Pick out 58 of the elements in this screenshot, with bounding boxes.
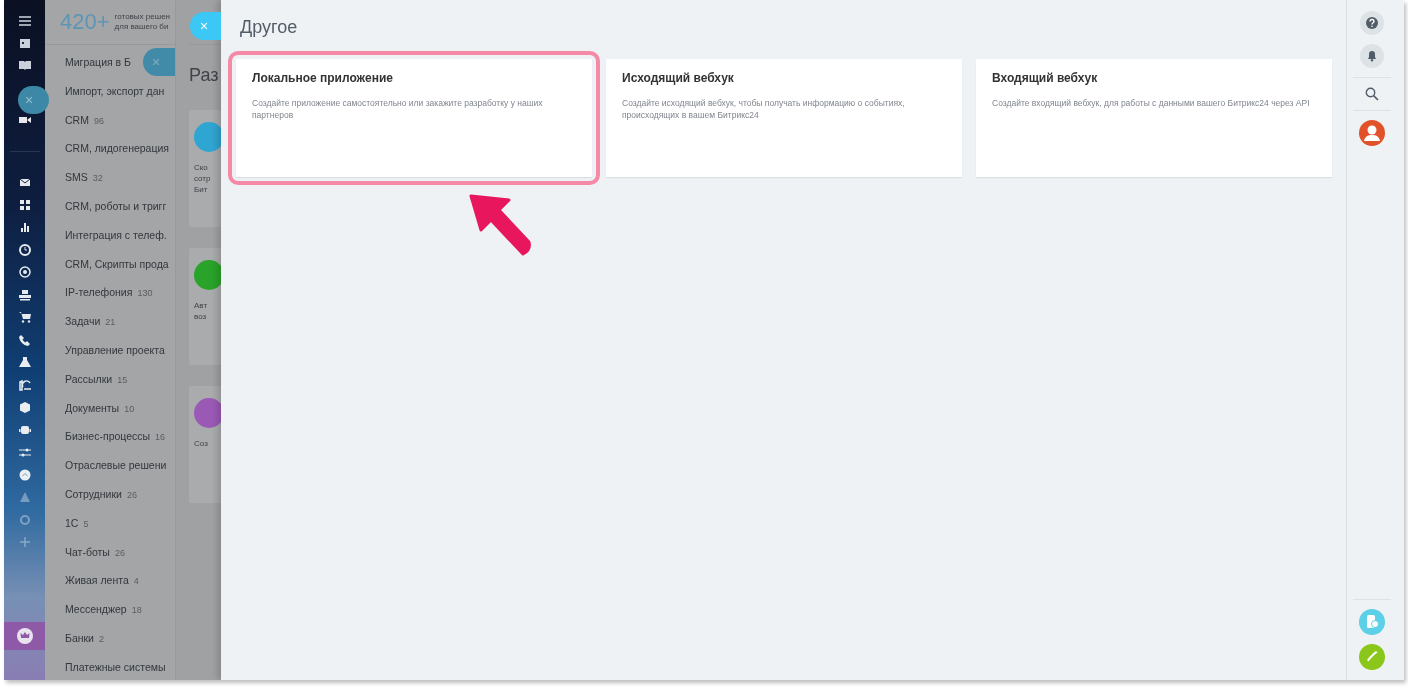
- category-item[interactable]: Управление проекта: [65, 343, 165, 356]
- category-item[interactable]: Отраслевые решени: [65, 459, 167, 472]
- app-card[interactable]: Авт воз: [189, 248, 221, 365]
- category-item[interactable]: CRM 96: [65, 113, 104, 126]
- category-count: 4: [133, 576, 139, 587]
- tagline-text: для вашего би: [114, 22, 170, 32]
- category-count: 15: [117, 374, 128, 385]
- page-heading: Раз: [189, 65, 220, 87]
- category-count: 96: [93, 115, 104, 126]
- category-item[interactable]: CRM, роботы и тригг: [65, 200, 167, 212]
- category-count: 26: [114, 547, 125, 558]
- category-count: 26: [126, 489, 137, 500]
- category-item[interactable]: Задачи 21: [65, 315, 116, 328]
- card-text: воз: [194, 311, 208, 322]
- category-item[interactable]: Интеграция с телеф.: [65, 228, 167, 241]
- category-item[interactable]: Импорт, экспорт дан: [65, 84, 165, 97]
- card-text: Авт: [194, 300, 209, 311]
- category-item[interactable]: Миграция в Б: [65, 56, 131, 68]
- card-text: сотр: [194, 173, 212, 184]
- category-item[interactable]: Мессенджер 18: [65, 603, 142, 616]
- category-count: 130: [137, 288, 153, 299]
- solutions-count: 420+: [60, 9, 110, 35]
- card-title: Исходящий вебхук: [622, 71, 735, 85]
- category-count: 5: [83, 518, 89, 529]
- category-count: 16: [155, 432, 166, 443]
- app-card[interactable]: Соз: [189, 386, 221, 503]
- card-title: Входящий вебхук: [992, 71, 1099, 85]
- category-item[interactable]: Рассылки 15: [65, 372, 128, 385]
- tagline-text: готовых решен: [114, 12, 170, 22]
- category-count: 21: [105, 317, 116, 328]
- option-card[interactable]: Локальное приложение Создайте приложение самостоятельно или закажите разработку у наших партнеров: [236, 59, 592, 177]
- category-count: 2: [99, 633, 104, 644]
- card-text: Бит: [194, 184, 209, 195]
- category-item[interactable]: Живая лента 4: [65, 574, 139, 587]
- app-card[interactable]: Ско сотр Бит: [189, 110, 221, 227]
- category-item[interactable]: Платежные системы: [65, 660, 166, 673]
- category-item[interactable]: Сотрудники 26: [65, 487, 137, 500]
- category-item[interactable]: Банки 2: [65, 631, 104, 644]
- category-count: 10: [124, 403, 135, 414]
- card-description: Создайте приложение самостоятельно или закажите разработку у наших партнеров: [252, 97, 544, 121]
- card-description: Создайте входящий вебхук, для работы с данными вашего Битрикс24 через API: [992, 97, 1311, 109]
- category-item[interactable]: Документы 10: [65, 401, 135, 414]
- category-item[interactable]: Бизнес-процессы 16: [65, 430, 166, 443]
- card-text: Ско: [194, 162, 209, 173]
- slider-title: Другое: [239, 16, 299, 39]
- card-text: Соз: [194, 438, 209, 449]
- category-item[interactable]: Чат-боты 26: [65, 545, 125, 558]
- category-item[interactable]: IP-телефония 130: [65, 286, 153, 299]
- category-item[interactable]: CRM, Скрипты прода: [65, 257, 169, 270]
- category-count: 18: [131, 605, 142, 616]
- option-card[interactable]: Исходящий вебхук Создайте исходящий вебхук, чтобы получать информацию о событиях, происходящих в вашем Битрикс24: [606, 59, 962, 177]
- category-item[interactable]: SMS 32: [65, 171, 103, 184]
- card-title: Локальное приложение: [252, 71, 394, 85]
- category-count: 32: [92, 173, 103, 184]
- option-card[interactable]: Входящий вебхук Создайте входящий вебхук, для работы с данными вашего Битрикс24 через API: [976, 59, 1332, 177]
- category-item[interactable]: 1С 5: [65, 516, 89, 529]
- card-description: Создайте исходящий вебхук, чтобы получать информацию о событиях, происходящих в вашем Битрикс24: [622, 97, 906, 121]
- category-item[interactable]: CRM, лидогенерация: [65, 142, 170, 155]
